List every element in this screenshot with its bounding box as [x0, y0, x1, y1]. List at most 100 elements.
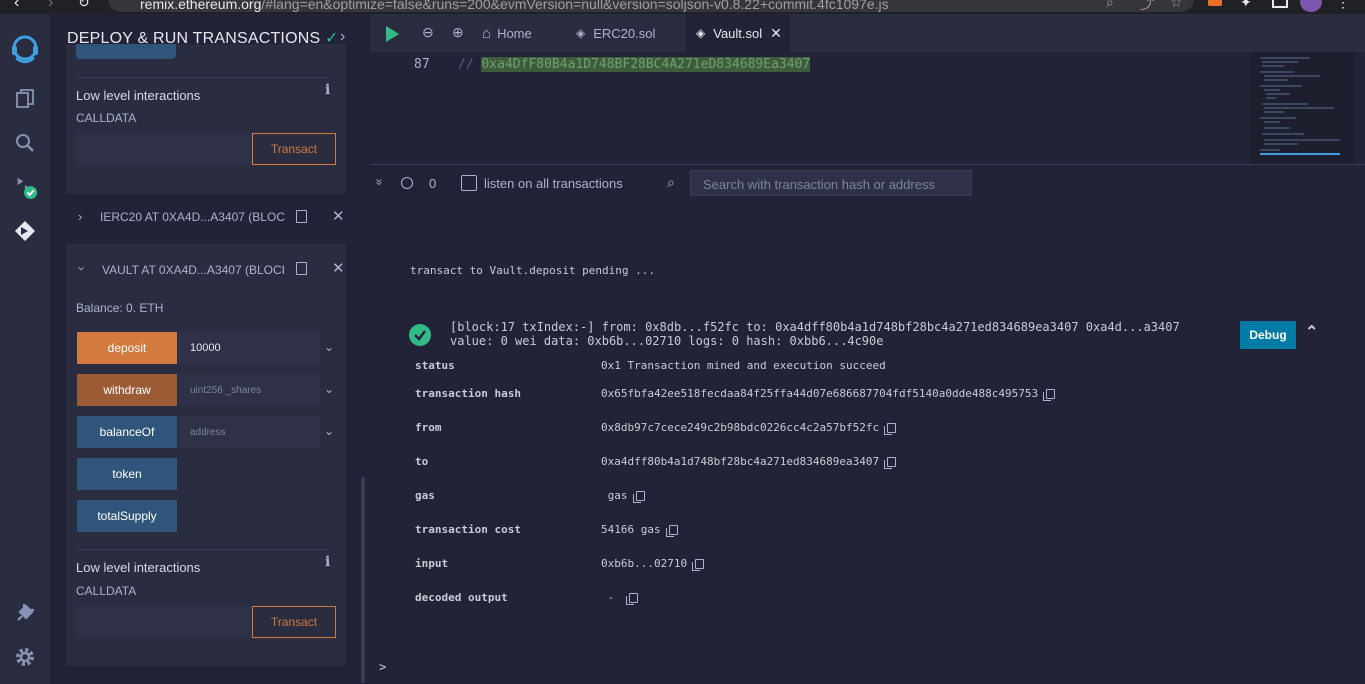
transact-button[interactable]: Transact	[252, 133, 336, 165]
close-icon[interactable]: ✕	[332, 259, 345, 277]
run-play-icon[interactable]	[386, 26, 399, 42]
code-editor[interactable]: 87 // 0xa4DfF80B4a1D748BF28BC4A271eD8346…	[370, 52, 1365, 164]
line-gutter: 87	[370, 52, 456, 164]
transaction-search-input[interactable]: Search with transaction hash or address	[690, 170, 972, 196]
zoom-out-icon[interactable]: ⊖	[422, 24, 434, 41]
copy-icon[interactable]	[632, 491, 645, 503]
withdraw-button[interactable]: withdraw	[77, 374, 177, 406]
transact-button[interactable]: Transact	[252, 606, 336, 638]
collapse-details-icon[interactable]: ⌃	[1305, 322, 1318, 342]
plugin-manager-icon[interactable]	[12, 600, 38, 626]
profile-avatar[interactable]	[1300, 0, 1322, 12]
copy-icon[interactable]	[884, 423, 897, 435]
detail-value: 0xa4dff80b4a1d748bf28bc4a271ed834689ea34…	[601, 455, 897, 469]
listen-checkbox[interactable]	[461, 175, 477, 191]
withdraw-input[interactable]: uint256 _shares	[178, 374, 320, 406]
close-tab-icon[interactable]: ✕	[770, 25, 782, 42]
detail-key: to	[415, 455, 429, 468]
url-text: remix.ethereum.org/#lang=en&optimize=fal…	[140, 0, 889, 12]
tab-erc20[interactable]: ◈ ERC20.sol	[576, 14, 676, 52]
detail-key: from	[415, 421, 442, 434]
copy-icon[interactable]	[692, 559, 705, 571]
search-icon[interactable]	[12, 130, 38, 156]
detail-key: input	[415, 557, 449, 570]
file-explorer-icon[interactable]	[12, 86, 38, 112]
solidity-compiler-icon[interactable]	[12, 174, 38, 200]
star-icon[interactable]: ☆	[1170, 0, 1183, 11]
calldata-label: CALLDATA	[76, 111, 137, 125]
copy-icon[interactable]	[1043, 389, 1056, 401]
calldata-input[interactable]	[76, 606, 252, 638]
copy-icon[interactable]	[665, 525, 678, 537]
line-number: 87	[414, 57, 430, 72]
close-icon[interactable]: ✕	[332, 207, 345, 225]
token-button[interactable]: token	[77, 458, 177, 490]
tx-summary-line-2: value: 0 wei data: 0xb6b...02710 logs: 0…	[450, 334, 884, 348]
success-check-icon	[409, 324, 431, 346]
comment-prefix: //	[458, 57, 474, 72]
debug-button[interactable]: Debug	[1240, 321, 1296, 349]
calldata-input[interactable]	[76, 133, 252, 165]
settings-gear-icon[interactable]	[12, 644, 38, 670]
copy-address-icon[interactable]	[296, 210, 307, 223]
info-icon[interactable]: i	[325, 554, 330, 570]
menu-icon[interactable]: ⋮	[1336, 0, 1350, 11]
browser-toolbar: ‹ › ↻ remix.ethereum.org/#lang=en&optimi…	[0, 0, 1365, 14]
transaction-summary[interactable]: [block:17 txIndex:-] from: 0x8db...f52fc…	[450, 320, 1180, 348]
contract-name: IERC20 AT 0XA4D...A3407 (BLOC	[100, 210, 285, 224]
console-prompt[interactable]: >	[379, 660, 386, 674]
tab-label: Home	[497, 25, 532, 41]
chevron-down-icon[interactable]: ›	[75, 266, 90, 270]
highlighted-address: 0xa4DfF80B4a1D748BF28BC4A271eD834689Ea34…	[481, 57, 811, 72]
share-icon[interactable]: ⤴	[1140, 0, 1154, 14]
detail-value: 0x8db97c7cece249c2b98bdc0226cc4c2a57bf52…	[601, 421, 897, 435]
search-icon: ⌕	[667, 174, 675, 190]
balanceof-input[interactable]: address	[178, 416, 320, 448]
extension-icon[interactable]	[1208, 0, 1222, 6]
code-line: // 0xa4DfF80B4a1D748BF28BC4A271eD834689E…	[458, 57, 811, 72]
chevron-down-icon[interactable]: ⌄	[324, 340, 334, 354]
deploy-run-icon[interactable]	[12, 218, 38, 244]
clear-console-icon[interactable]	[401, 177, 413, 189]
chevron-down-icon[interactable]: ⌄	[324, 382, 334, 396]
detail-value: gas	[601, 489, 645, 503]
forward-icon[interactable]: ›	[48, 0, 53, 12]
detail-value: 0x65fbfa42ee518fecdaa84f25ffa44d07e68668…	[601, 387, 1056, 401]
puzzle-icon[interactable]: ✦	[1240, 0, 1252, 11]
detail-value: 54166 gas	[601, 523, 678, 537]
detail-key: transaction cost	[415, 523, 521, 536]
chevron-right-icon[interactable]: ›	[78, 209, 82, 224]
info-icon[interactable]: i	[325, 82, 330, 98]
window-icon[interactable]	[1272, 0, 1288, 8]
contract-name: VAULT AT 0XA4D...A3407 (BLOCI	[102, 263, 285, 277]
detail-key: status	[415, 359, 455, 372]
tab-label: ERC20.sol	[593, 25, 656, 41]
tab-home[interactable]: ⌂ Home	[482, 14, 562, 52]
calldata-label: CALLDATA	[76, 584, 137, 598]
balanceof-button[interactable]: balanceOf	[77, 416, 177, 448]
deposit-input[interactable]: 10000	[178, 332, 320, 364]
back-icon[interactable]: ‹	[14, 0, 19, 12]
function-button-partial[interactable]	[76, 44, 176, 59]
tx-summary-line-1: [block:17 txIndex:-] from: 0x8db...f52fc…	[450, 320, 1180, 334]
tab-vault[interactable]: ◈ Vault.sol ✕	[686, 14, 790, 52]
detail-key: gas	[415, 489, 435, 502]
search-icon[interactable]: ⌕	[1106, 0, 1114, 11]
contract-row-ierc20[interactable]: › IERC20 AT 0XA4D...A3407 (BLOC ✕	[66, 198, 346, 238]
chevron-down-icon[interactable]: ⌄	[324, 424, 334, 438]
divider	[76, 77, 328, 78]
reload-icon[interactable]: ↻	[78, 0, 90, 11]
copy-address-icon[interactable]	[296, 262, 307, 275]
zoom-in-icon[interactable]: ⊕	[452, 24, 464, 41]
collapse-terminal-icon[interactable]: »	[372, 179, 386, 186]
terminal-output: transact to Vault.deposit pending ... [b…	[370, 202, 1365, 684]
deposit-button[interactable]: deposit	[77, 332, 177, 364]
remix-logo-icon[interactable]	[8, 32, 42, 66]
detail-key: decoded output	[415, 591, 508, 604]
detail-value: 0xb6b...02710	[601, 557, 705, 571]
copy-icon[interactable]	[625, 593, 638, 605]
copy-icon[interactable]	[884, 457, 897, 469]
scrollbar[interactable]	[361, 477, 365, 683]
minimap[interactable]	[1250, 52, 1354, 164]
totalsupply-button[interactable]: totalSupply	[77, 500, 177, 532]
